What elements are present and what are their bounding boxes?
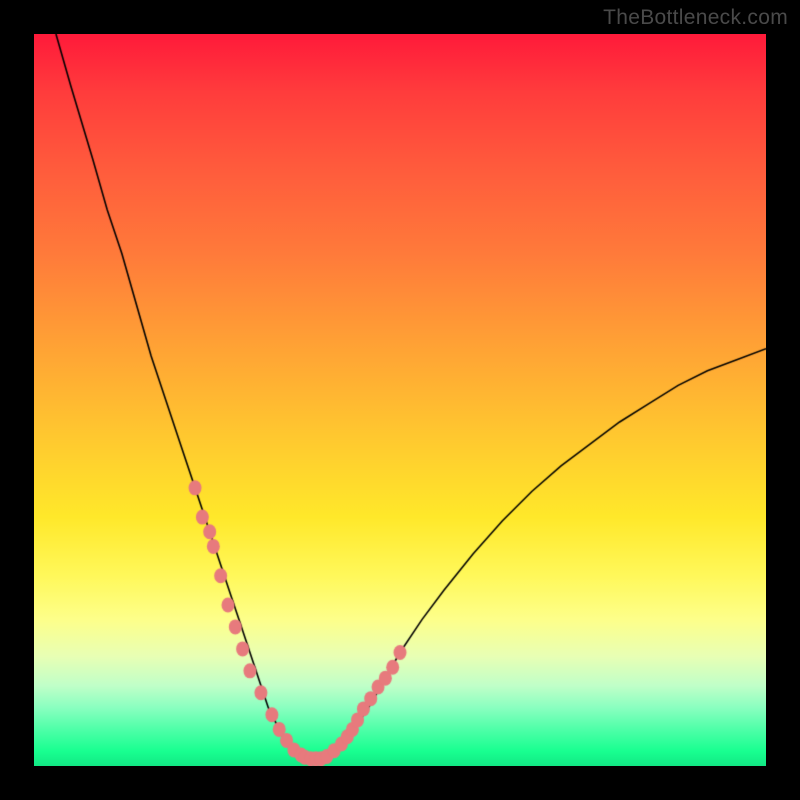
plot-area: [34, 34, 766, 766]
watermark-text: TheBottleneck.com: [603, 6, 788, 30]
chart-frame: TheBottleneck.com: [0, 0, 800, 800]
highlight-dots-canvas: [34, 34, 766, 766]
